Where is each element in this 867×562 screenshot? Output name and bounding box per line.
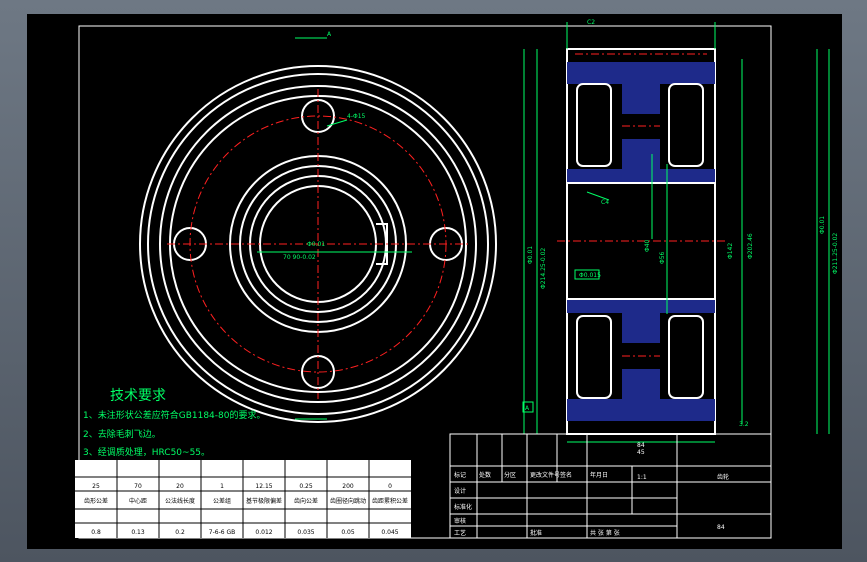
dim-right-1: Φ0.01	[819, 216, 826, 234]
drawing-svg: 4-Φ15 Φ0.01 70 90-0.02 A C2 Φ0.01 Φ214.2…	[75, 19, 839, 539]
spec-cell: 7-6-6 GB	[209, 529, 235, 536]
note-3: 3、经调质处理，HRC50~55。	[83, 446, 210, 458]
top-label: C2	[587, 19, 595, 26]
spec-cell: 0	[388, 483, 392, 490]
spec-cell: 0.045	[381, 529, 398, 536]
section-mark-top: A	[327, 31, 332, 38]
spec-cell: 200	[342, 483, 354, 490]
chamfer-label: C4	[601, 199, 609, 206]
spec-cell: 中心距	[129, 497, 147, 505]
title-block-text: 标记 处数 分区 更改文件号 签名 年月日 设计 标准化 审核 工艺 批准 45…	[454, 449, 729, 537]
dim-inner-1: Φ40	[644, 239, 651, 252]
spec-table: 25 70 20 1 12.15 0.25 200 0 齿形公差 中心距 公法线…	[75, 460, 411, 538]
bottom-label: 84	[637, 442, 645, 449]
svg-text:45: 45	[637, 449, 645, 456]
front-dims	[257, 37, 412, 420]
spec-cell: 齿形公差	[84, 497, 108, 505]
spec-cell: 12.15	[255, 483, 272, 490]
dim-inner-2: Φ56	[659, 251, 666, 264]
svg-text:84: 84	[717, 524, 725, 531]
svg-text:齿轮: 齿轮	[717, 473, 729, 481]
spec-cell: 齿距累积公差	[372, 497, 408, 505]
dim-right-3: Φ142	[727, 243, 734, 259]
svg-text:标记: 标记	[454, 471, 466, 479]
spec-cell: 70	[134, 483, 142, 490]
svg-text:设计: 设计	[454, 487, 466, 495]
hatch-bottom	[567, 399, 715, 421]
spec-cell: 0.2	[175, 529, 185, 536]
spec-cell: 25	[92, 483, 100, 490]
hatch-top	[567, 62, 715, 84]
svg-text:分区: 分区	[504, 471, 516, 479]
tol-box-label: Φ0.015	[579, 272, 601, 279]
notes-title: 技术要求	[110, 388, 166, 404]
svg-text:工艺: 工艺	[454, 529, 466, 537]
spec-cell: 齿向公差	[294, 497, 318, 505]
svg-text:批准: 批准	[530, 529, 542, 537]
drawing-canvas[interactable]: 4-Φ15 Φ0.01 70 90-0.02 A C2 Φ0.01 Φ214.2…	[27, 14, 842, 549]
keyway-label: 70 90-0.02	[283, 254, 316, 261]
svg-text:审核: 审核	[454, 517, 466, 525]
svg-text:处数: 处数	[479, 471, 491, 479]
svg-text:1:1: 1:1	[637, 474, 647, 481]
note-2: 2、去除毛刺飞边。	[83, 428, 161, 440]
spec-cell: 公差组	[213, 497, 231, 505]
note-1: 1、未注形状公差应符合GB1184-80的要求。	[83, 409, 265, 421]
spec-cell: 0.13	[131, 529, 145, 536]
cad-window: 4-Φ15 Φ0.01 70 90-0.02 A C2 Φ0.01 Φ214.2…	[0, 0, 867, 562]
spec-cell: 齿圈径向跳动	[330, 497, 366, 505]
dim-right-4: Φ202.46	[747, 233, 754, 259]
spec-cell: 20	[176, 483, 184, 490]
spec-cell: 0.05	[341, 529, 355, 536]
svg-text:年月日: 年月日	[590, 471, 608, 479]
spec-cell: 0.035	[297, 529, 314, 536]
spec-cell: 1	[220, 483, 224, 490]
roughness-label: 3.2	[739, 421, 749, 428]
dim-left-1: Φ0.01	[527, 246, 534, 264]
bore-label: Φ0.01	[307, 241, 325, 248]
section-view	[557, 48, 727, 435]
datum-label: A	[525, 405, 530, 412]
spec-cell: 0.012	[255, 529, 272, 536]
spec-cell: 0.25	[299, 483, 313, 490]
svg-text:共 张 第 张: 共 张 第 张	[590, 529, 620, 537]
dim-right-2: Φ211.25-0.02	[832, 233, 839, 274]
svg-text:标准化: 标准化	[454, 503, 472, 511]
hole-label: 4-Φ15	[347, 113, 366, 120]
spec-cell: 基节极限偏差	[246, 497, 282, 505]
spec-cell: 公法线长度	[165, 497, 195, 505]
title-block	[449, 433, 772, 539]
dim-left-2: Φ214.25-0.02	[540, 248, 547, 289]
svg-text:签名: 签名	[560, 471, 572, 479]
spec-cell: 0.8	[91, 529, 101, 536]
svg-text:更改文件号: 更改文件号	[530, 471, 560, 479]
